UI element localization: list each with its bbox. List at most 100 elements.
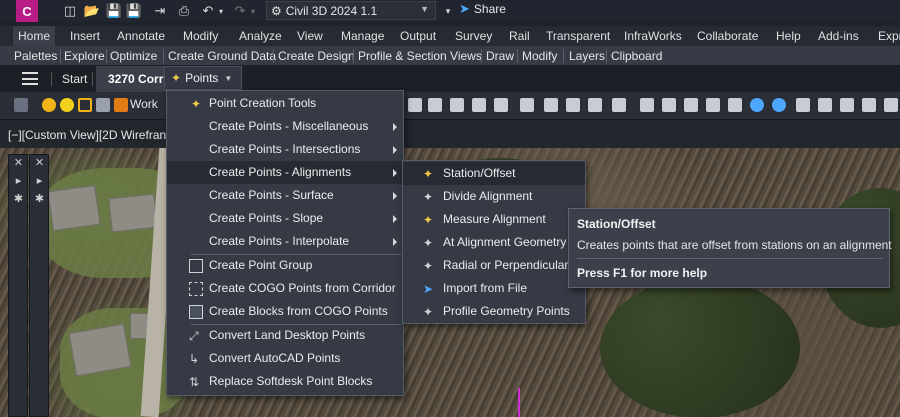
tab-output[interactable]: Output <box>400 26 436 46</box>
tool-icon[interactable] <box>862 98 876 112</box>
tab-home[interactable]: Home <box>13 26 56 46</box>
panel-separator <box>60 49 61 63</box>
panel-create-design[interactable]: Create Design <box>278 48 355 64</box>
menu-item-create-points-slope[interactable]: Create Points - Slope <box>167 207 403 230</box>
panel-explore[interactable]: Explore <box>64 48 105 64</box>
tab-modify[interactable]: Modify <box>183 26 218 46</box>
tab-help[interactable]: Help <box>776 26 801 46</box>
submenu-item-profile-geometry-points[interactable]: ✦ Profile Geometry Points <box>403 300 585 323</box>
tool-icon[interactable] <box>494 98 508 112</box>
menu-item-create-points-surface[interactable]: Create Points - Surface <box>167 184 403 207</box>
lock-icon[interactable] <box>96 98 110 112</box>
tool-icon[interactable] <box>796 98 810 112</box>
menu-item-create-points-alignments[interactable]: Create Points - Alignments <box>167 161 403 184</box>
menu-item-blocks-from-cogo[interactable]: Create Blocks from COGO Points <box>167 300 403 323</box>
tab-infraworks[interactable]: InfraWorks <box>624 26 682 46</box>
hamburger-menu-icon[interactable] <box>22 72 38 85</box>
panel-profile-section-views[interactable]: Profile & Section Views <box>358 48 482 64</box>
tab-annotate[interactable]: Annotate <box>117 26 165 46</box>
tool-icon[interactable] <box>840 98 854 112</box>
save-as-icon[interactable]: 💾 <box>126 3 142 19</box>
convert-autocad-icon: ↳ <box>189 352 200 366</box>
lightbulb-icon[interactable] <box>42 98 56 112</box>
tab-analyze[interactable]: Analyze <box>239 26 282 46</box>
tool-icon[interactable] <box>544 98 558 112</box>
share-button[interactable]: ➤ Share <box>459 1 506 17</box>
undo-dropdown-icon[interactable]: ▾ <box>213 3 229 19</box>
active-document-tab[interactable]: 3270 Corr <box>96 66 166 92</box>
panel-create-ground-data[interactable]: Create Ground Data <box>168 48 276 64</box>
start-tab[interactable]: Start <box>62 72 87 86</box>
tool-icon[interactable] <box>884 98 898 112</box>
new-file-icon[interactable]: ◫ <box>62 3 78 19</box>
tool-icon[interactable] <box>612 98 626 112</box>
app-logo-icon[interactable]: C <box>16 0 38 22</box>
tool-icon[interactable] <box>728 98 742 112</box>
layer-properties-icon[interactable] <box>14 98 28 112</box>
auto-hide-icon[interactable]: ▸ <box>12 175 25 188</box>
menu-item-create-points-misc[interactable]: Create Points - Miscellaneous <box>167 115 403 138</box>
print-icon[interactable]: ⎙ <box>176 3 192 19</box>
panel-draw[interactable]: Draw <box>486 48 514 64</box>
close-icon[interactable]: ✕ <box>33 157 46 170</box>
save-icon[interactable]: 💾 <box>106 3 122 19</box>
tab-insert[interactable]: Insert <box>70 26 100 46</box>
points-dropdown-button[interactable]: ✦ Points ▼ <box>164 66 242 90</box>
redo-dropdown-icon[interactable]: ▾ <box>245 3 261 19</box>
auto-hide-icon[interactable]: ▸ <box>33 175 46 188</box>
viewport-controls-label[interactable]: [−][Custom View][2D Wirefran <box>8 128 166 142</box>
submenu-item-radial-perpendicular[interactable]: ✦ Radial or Perpendicular <box>403 254 585 277</box>
panel-layers[interactable]: Layers <box>569 48 605 64</box>
tool-icon[interactable] <box>684 98 698 112</box>
layer-color-swatch[interactable] <box>114 98 128 112</box>
tab-express[interactable]: Expr <box>878 26 900 46</box>
network-icon[interactable] <box>772 98 786 112</box>
freeze-icon[interactable] <box>78 98 92 112</box>
menu-item-cogo-from-corridor[interactable]: Create COGO Points from Corridor <box>167 277 403 300</box>
tab-collaborate[interactable]: Collaborate <box>697 26 758 46</box>
tool-icon[interactable] <box>408 98 422 112</box>
menu-item-create-points-interpolate[interactable]: Create Points - Interpolate <box>167 230 403 253</box>
settings-icon[interactable]: ✱ <box>12 193 25 206</box>
tab-transparent[interactable]: Transparent <box>546 26 610 46</box>
sun-icon[interactable] <box>60 98 74 112</box>
menu-item-convert-land-desktop[interactable]: ⤢ Convert Land Desktop Points <box>167 324 403 347</box>
tab-manage[interactable]: Manage <box>341 26 384 46</box>
tool-icon[interactable] <box>428 98 442 112</box>
workspace-selector[interactable]: ⚙ Civil 3D 2024 1.1 ▼ <box>266 1 436 20</box>
panel-optimize[interactable]: Optimize <box>110 48 157 64</box>
menu-item-convert-autocad[interactable]: ↳ Convert AutoCAD Points <box>167 347 403 370</box>
submenu-item-divide-alignment[interactable]: ✦ Divide Alignment <box>403 185 585 208</box>
tool-icon[interactable] <box>520 98 534 112</box>
import-icon[interactable]: ⇥ <box>152 3 168 19</box>
menu-item-replace-softdesk[interactable]: ⇅ Replace Softdesk Point Blocks <box>167 370 403 393</box>
tab-rail[interactable]: Rail <box>509 26 530 46</box>
tool-icon[interactable] <box>640 98 654 112</box>
tool-icon[interactable] <box>450 98 464 112</box>
tool-icon[interactable] <box>566 98 580 112</box>
menu-item-create-point-group[interactable]: Create Point Group <box>167 254 403 277</box>
tool-icon[interactable] <box>706 98 720 112</box>
menu-item-point-creation-tools[interactable]: ✦ Point Creation Tools <box>167 92 403 115</box>
globe-icon[interactable] <box>750 98 764 112</box>
settings-icon[interactable]: ✱ <box>33 193 46 206</box>
close-icon[interactable]: ✕ <box>12 157 25 170</box>
tab-view[interactable]: View <box>297 26 323 46</box>
open-folder-icon[interactable]: 📂 <box>84 3 100 19</box>
current-layer-label[interactable]: Work <box>130 97 158 111</box>
submenu-item-at-alignment-geometry[interactable]: ✦ At Alignment Geometry <box>403 231 585 254</box>
submenu-item-station-offset[interactable]: ✦ Station/Offset <box>403 162 585 185</box>
tool-icon[interactable] <box>472 98 486 112</box>
menu-item-create-points-intersections[interactable]: Create Points - Intersections <box>167 138 403 161</box>
panel-palettes[interactable]: Palettes <box>14 48 57 64</box>
tool-icon[interactable] <box>818 98 832 112</box>
tool-icon[interactable] <box>662 98 676 112</box>
tab-survey[interactable]: Survey <box>455 26 492 46</box>
submenu-item-import-from-file[interactable]: ➤ Import from File <box>403 277 585 300</box>
tab-add-ins[interactable]: Add-ins <box>818 26 859 46</box>
panel-modify[interactable]: Modify <box>522 48 557 64</box>
qat-dropdown-icon[interactable]: ▾ <box>440 3 456 19</box>
tool-icon[interactable] <box>588 98 602 112</box>
submenu-item-measure-alignment[interactable]: ✦ Measure Alignment <box>403 208 585 231</box>
panel-clipboard[interactable]: Clipboard <box>611 48 662 64</box>
